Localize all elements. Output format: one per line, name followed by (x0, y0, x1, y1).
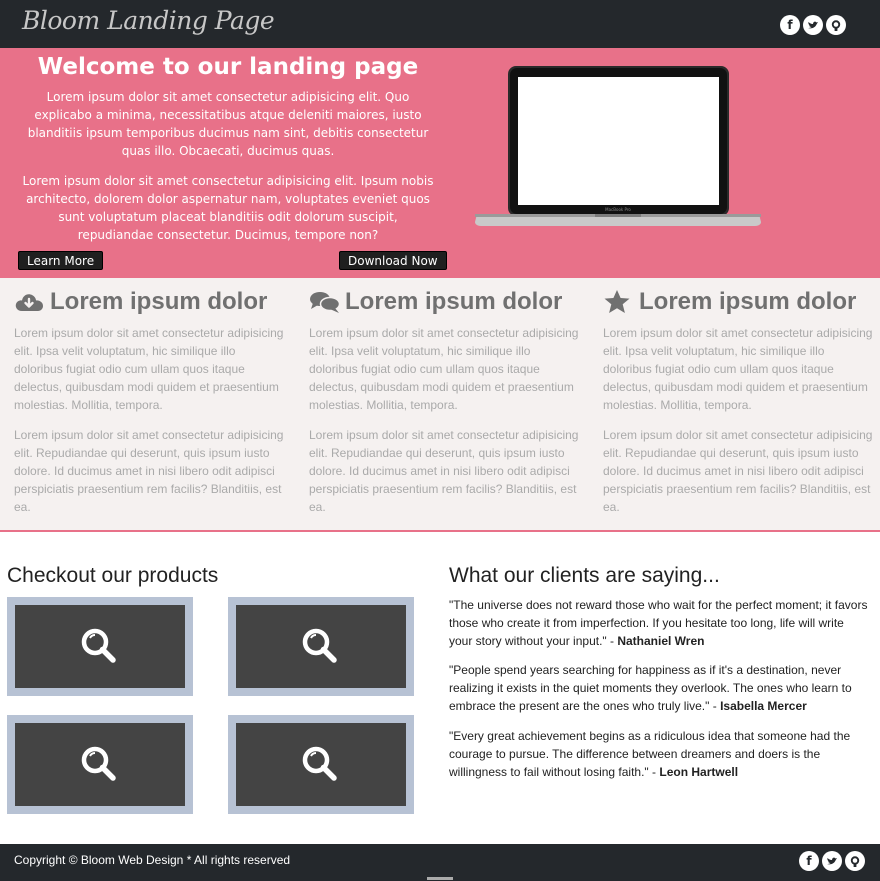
facebook-icon[interactable]: f (799, 851, 819, 871)
magnifier-icon (81, 628, 116, 663)
feature-paragraph-1: Lorem ipsum dolor sit amet consectetur a… (14, 326, 284, 412)
testimonial: "The universe does not reward those who … (449, 596, 869, 650)
twitter-icon[interactable] (803, 15, 823, 35)
laptop-label: MacBook Pro (605, 207, 631, 212)
testimonial-author: Nathaniel Wren (617, 634, 705, 648)
feature-card: Lorem ipsum dolor Lorem ipsum dolor sit … (309, 286, 579, 516)
feature-title: Lorem ipsum dolor (309, 286, 579, 318)
features-section: Lorem ipsum dolor Lorem ipsum dolor sit … (0, 278, 880, 532)
feature-title: Lorem ipsum dolor (603, 286, 873, 318)
feature-paragraph-2: Lorem ipsum dolor sit amet consectetur a… (14, 428, 284, 514)
feature-paragraph-2: Lorem ipsum dolor sit amet consectetur a… (603, 428, 873, 514)
github-icon[interactable] (845, 851, 865, 871)
copyright-text: Copyright © Bloom Web Design * All right… (14, 853, 291, 867)
testimonial-author: Leon Hartwell (659, 765, 739, 779)
learn-more-button[interactable]: Learn More (18, 251, 104, 270)
facebook-icon[interactable]: f (780, 15, 800, 35)
product-tile[interactable] (7, 715, 193, 814)
laptop-image: MacBook Pro (455, 48, 880, 278)
feature-card: Lorem ipsum dolor Lorem ipsum dolor sit … (14, 286, 284, 516)
cloud-download-icon (14, 289, 44, 315)
hero-paragraph-2: Lorem ipsum dolor sit amet consectetur a… (22, 174, 434, 242)
feature-title-text: Lorem ipsum dolor (639, 288, 857, 315)
testimonial-author: Isabella Mercer (720, 699, 807, 713)
product-tile-thumbnail (236, 605, 406, 688)
feature-card: Lorem ipsum dolor Lorem ipsum dolor sit … (603, 286, 873, 516)
hero-title: Welcome to our landing page (37, 54, 419, 80)
product-tile[interactable] (228, 597, 414, 696)
footer-social-links: f (799, 851, 865, 871)
comments-icon (309, 289, 341, 315)
site-header: Bloom Landing Page f (0, 0, 880, 48)
hero-section: Welcome to our landing page Lorem ipsum … (0, 48, 880, 278)
products-title: Checkout our products (7, 564, 219, 587)
product-tile[interactable] (228, 715, 414, 814)
product-tile-thumbnail (15, 723, 185, 806)
feature-paragraph-1: Lorem ipsum dolor sit amet consectetur a… (603, 326, 873, 412)
product-tile-thumbnail (15, 605, 185, 688)
magnifier-icon (302, 746, 337, 781)
hero-paragraph-1: Lorem ipsum dolor sit amet consectetur a… (27, 90, 429, 158)
feature-paragraph-2: Lorem ipsum dolor sit amet consectetur a… (309, 428, 579, 514)
github-icon[interactable] (826, 15, 846, 35)
testimonial-text: "Every great achievement begins as a rid… (449, 729, 851, 779)
scroll-indicator[interactable] (427, 877, 453, 880)
magnifier-icon (302, 628, 337, 663)
feature-paragraph-1: Lorem ipsum dolor sit amet consectetur a… (309, 326, 579, 412)
product-tile-thumbnail (236, 723, 406, 806)
download-now-button[interactable]: Download Now (339, 251, 447, 270)
feature-title: Lorem ipsum dolor (14, 286, 284, 318)
site-footer: Copyright © Bloom Web Design * All right… (0, 844, 880, 881)
feature-title-text: Lorem ipsum dolor (345, 288, 563, 315)
product-tile[interactable] (7, 597, 193, 696)
hero-text: Welcome to our landing page Lorem ipsum … (14, 48, 442, 244)
feature-title-text: Lorem ipsum dolor (50, 288, 268, 315)
testimonial: "Every great achievement begins as a rid… (449, 727, 869, 781)
testimonials-title: What our clients are saying... (449, 564, 720, 587)
site-logo[interactable]: Bloom Landing Page (22, 6, 275, 35)
header-social-links: f (780, 15, 846, 35)
star-icon (603, 289, 633, 315)
magnifier-icon (81, 746, 116, 781)
testimonial: "People spend years searching for happin… (449, 661, 869, 715)
twitter-icon[interactable] (822, 851, 842, 871)
